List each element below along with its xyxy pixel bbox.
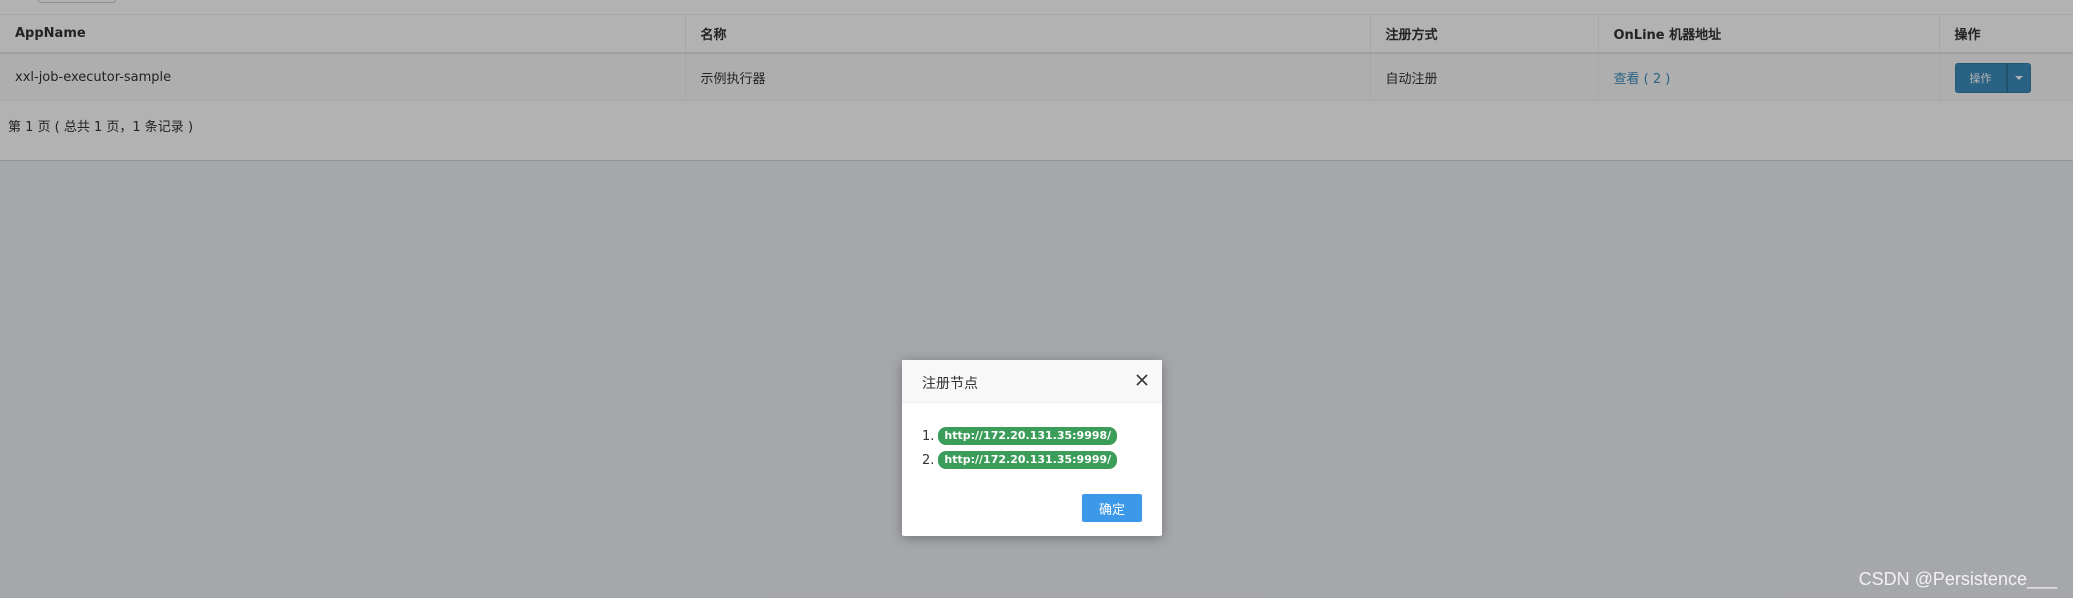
registry-node-list: 1. http://172.20.131.35:9998/ 2. http://… [922, 424, 1118, 472]
confirm-button[interactable]: 确定 [1082, 494, 1142, 522]
registry-nodes-dialog: 注册节点 1. http://172.20.131.35:9998/ 2. ht… [902, 360, 1162, 536]
dialog-header: 注册节点 [902, 360, 1162, 403]
dialog-title: 注册节点 [922, 376, 978, 392]
close-icon[interactable] [1134, 372, 1150, 388]
node-address-badge: http://172.20.131.35:9999/ [938, 451, 1118, 469]
node-address-badge: http://172.20.131.35:9998/ [938, 427, 1118, 445]
watermark-text: CSDN @Persistence___ [1858, 569, 2057, 589]
page: AppName 名称 注册方式 OnLine 机器地址 操作 xxl-job-e… [0, 0, 2073, 598]
list-item: 1. http://172.20.131.35:9998/ [922, 424, 1118, 448]
node-index: 1. [922, 428, 935, 444]
node-index: 2. [922, 452, 935, 468]
list-item: 2. http://172.20.131.35:9999/ [922, 448, 1118, 472]
